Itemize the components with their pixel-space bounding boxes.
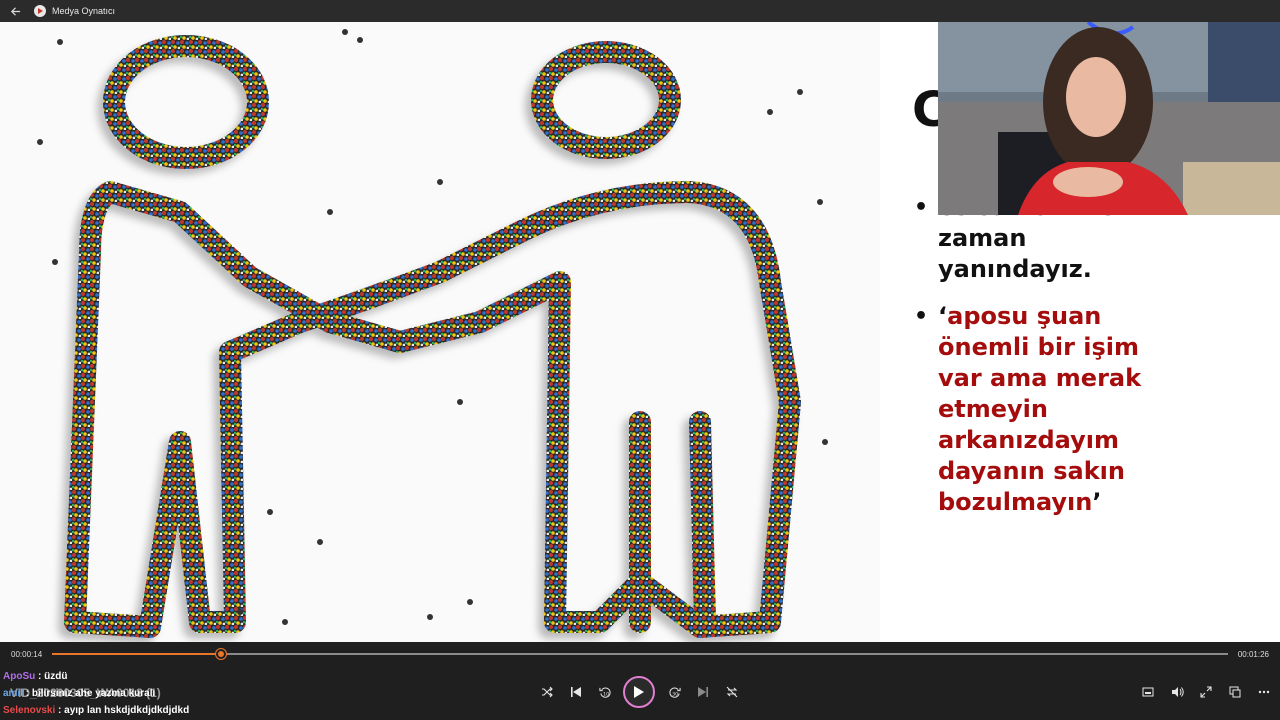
fullscreen-icon[interactable] <box>1198 684 1214 700</box>
chat-separator: : <box>35 671 45 682</box>
volume-icon[interactable] <box>1169 684 1185 700</box>
chat-message: ApoSu : üzdü <box>3 668 189 685</box>
miniplayer-icon[interactable] <box>1140 684 1156 700</box>
shuffle-icon[interactable] <box>539 684 555 700</box>
current-time: 00:00:14 <box>11 650 43 659</box>
bullet-dot: • <box>914 195 929 220</box>
quote-close: ’ <box>1092 488 1102 516</box>
bullet-dot: • <box>914 304 929 329</box>
cast-icon[interactable] <box>1227 684 1243 700</box>
seek-bar-progress <box>52 653 222 655</box>
more-icon[interactable] <box>1256 684 1272 700</box>
player-controls: 00:00:14 00:01:26 10 30 <box>0 642 1280 720</box>
quote-open: ‘ <box>938 302 948 330</box>
chat-message: Selenovski : ayıp lan hskdjdkdjdkdjdkd <box>3 702 189 719</box>
chat-username: Selenovski <box>3 705 56 716</box>
repeat-off-icon[interactable] <box>724 684 740 700</box>
video-frame[interactable]: C • celsamom her zaman yanındayız. • ‘ap… <box>0 22 1280 642</box>
media-player-app-icon <box>34 5 46 17</box>
webcam-overlay <box>938 22 1280 215</box>
play-icon <box>634 686 644 698</box>
bullet-item: • ‘aposu şuan önemli bir işim var ama me… <box>912 301 1172 518</box>
chat-overlay: ApoSu : üzdü amil : bilirsiniz ahe yazma… <box>3 668 189 719</box>
skip-previous-icon[interactable] <box>568 684 584 700</box>
seek-bar[interactable] <box>52 649 1228 659</box>
forward-30-icon[interactable]: 30 <box>666 684 682 700</box>
svg-text:10: 10 <box>603 691 609 697</box>
window-title: Medya Oynatıcı <box>52 6 116 16</box>
seek-bar-thumb[interactable] <box>216 649 227 659</box>
total-time: 00:01:26 <box>1237 650 1269 659</box>
back-arrow-icon[interactable] <box>0 0 30 22</box>
chat-username: amil <box>3 688 24 699</box>
chat-separator: : <box>23 688 32 699</box>
title-bar: Medya Oynatıcı <box>0 0 1280 22</box>
chat-text: üzdü <box>44 671 68 682</box>
slide-bullets: • celsamom her zaman yanındayız. • ‘apos… <box>912 192 1172 518</box>
chat-text: ayıp lan hskdjdkdjdkdjdkd <box>64 705 190 716</box>
chat-text: bilirsiniz ahe yazma kuralı <box>31 688 156 699</box>
svg-text:30: 30 <box>672 691 678 697</box>
skip-next-icon[interactable] <box>695 684 711 700</box>
play-button[interactable] <box>623 676 655 708</box>
crowd-handshake-image <box>0 22 880 642</box>
bullet-text: aposu şuan önemli bir işim var ama merak… <box>938 302 1142 516</box>
chat-separator: : <box>55 705 65 716</box>
rewind-10-icon[interactable]: 10 <box>597 684 613 700</box>
chat-username: ApoSu <box>3 671 36 682</box>
chat-message: amil : bilirsiniz ahe yazma kuralı <box>3 685 189 702</box>
